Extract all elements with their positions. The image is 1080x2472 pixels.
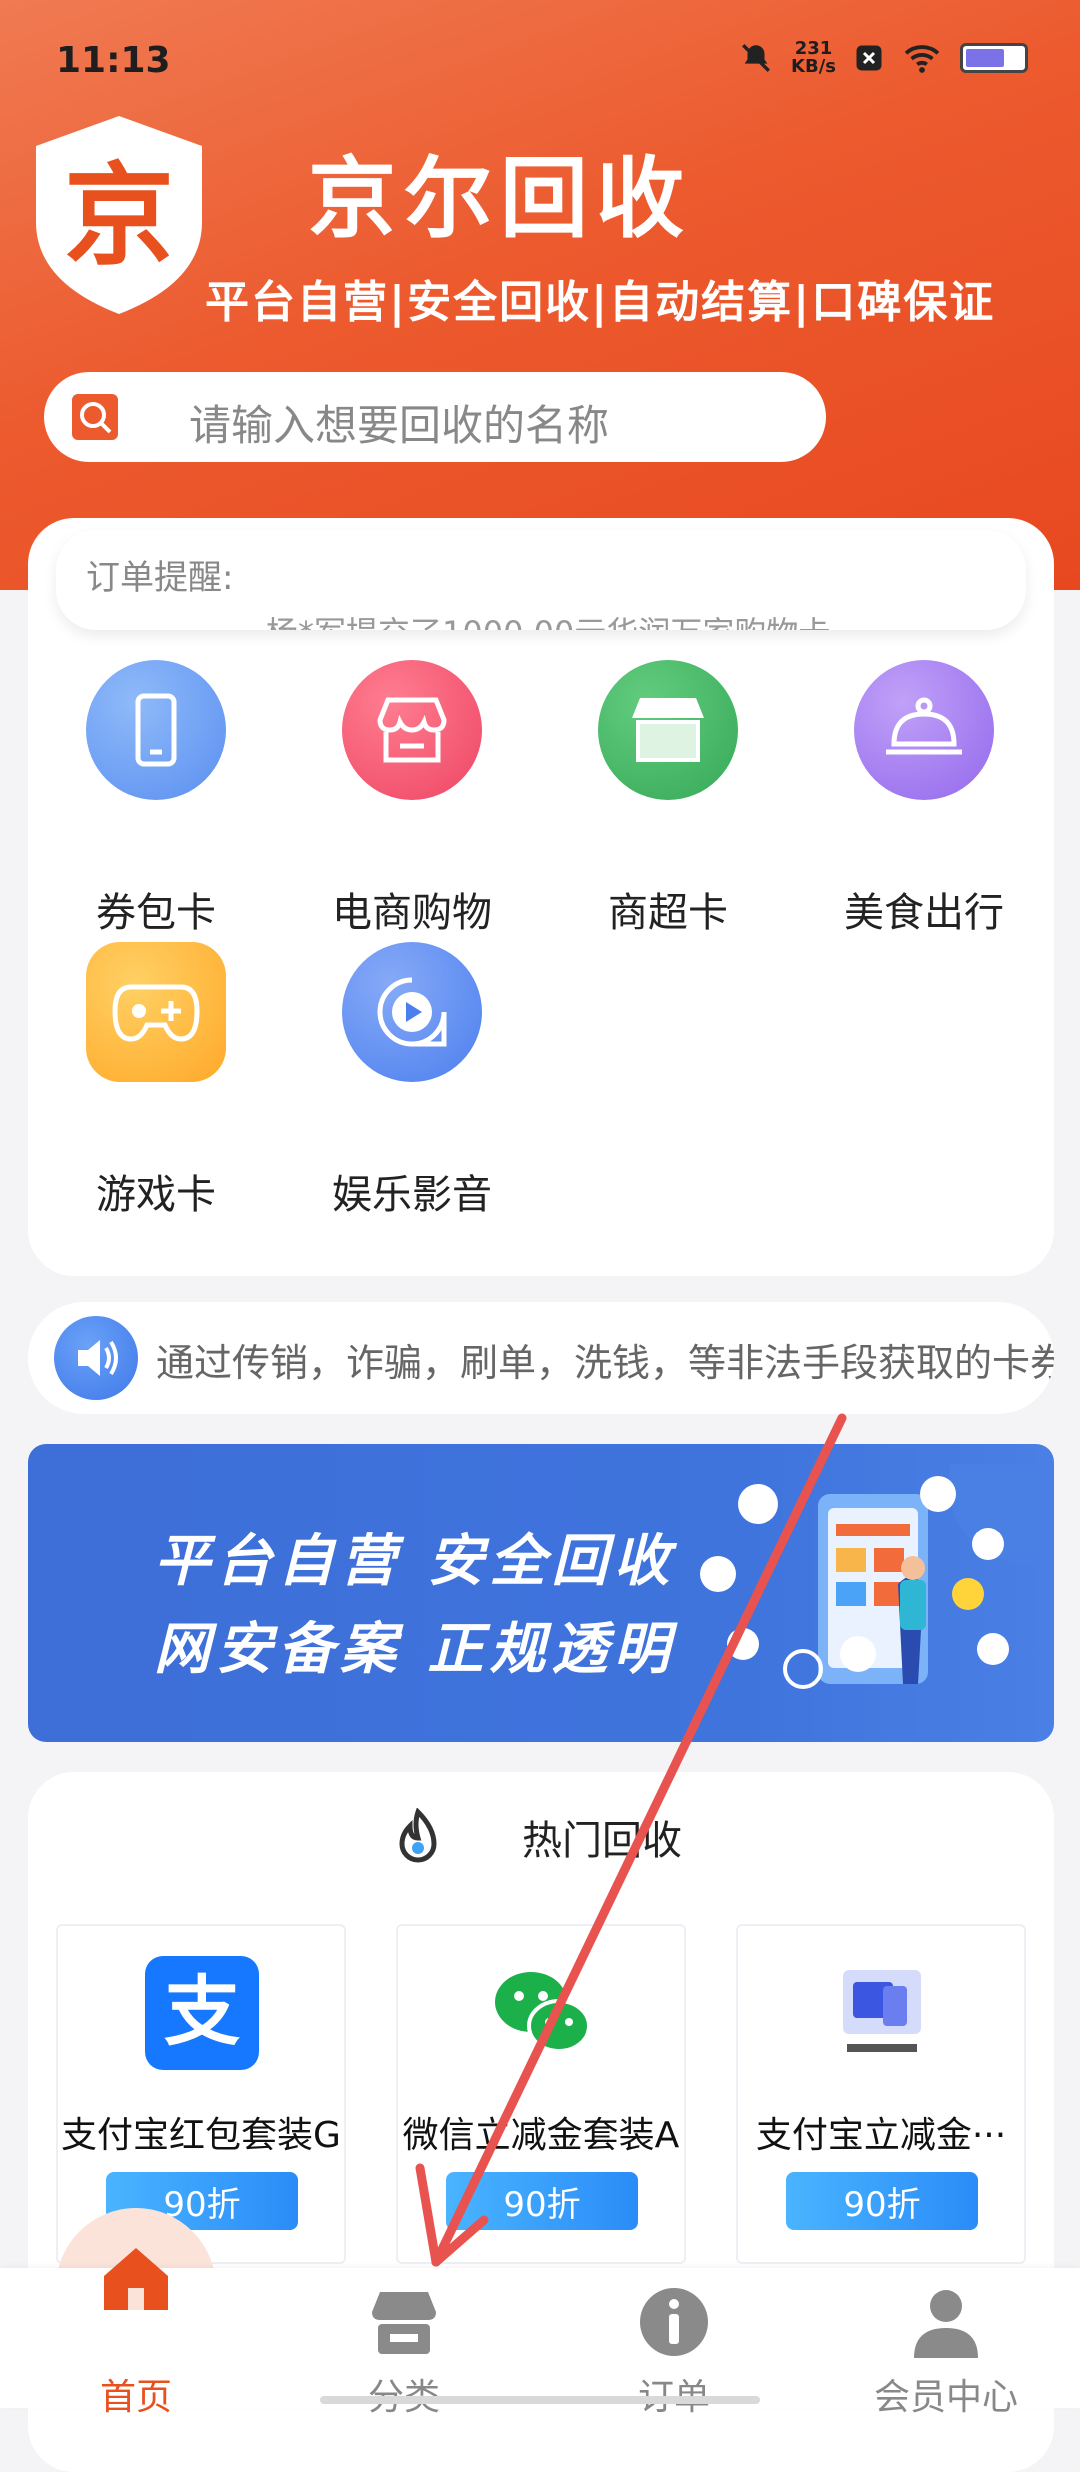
product-name: 微信立减金套装A <box>402 2115 680 2156</box>
product-card[interactable]: 支 支付宝红包套装G 90折 <box>56 1924 346 2264</box>
net-speed-unit: KB/s <box>791 56 836 77</box>
brand-name: 京尔回收 <box>308 147 693 250</box>
nav-label: 分类 <box>304 2368 504 2420</box>
mute-bell-icon <box>742 44 770 72</box>
net-speed: 231 KB/s <box>791 40 836 76</box>
promo-banner[interactable]: 平台自营 安全回收 网安备案 正规透明 <box>28 1444 1054 1742</box>
speaker-icon <box>54 1316 138 1400</box>
nav-label: 会员中心 <box>873 2377 1018 2418</box>
logo-char: 京 <box>64 152 174 280</box>
product-card[interactable]: 支付宝立减金··· 90折 <box>736 1924 1026 2264</box>
user-icon <box>914 2290 978 2358</box>
nav-label: 订单 <box>574 2368 774 2420</box>
status-time: 11:13 <box>56 40 171 81</box>
banner-illustration <box>700 1464 1048 1689</box>
gesture-bar <box>320 2396 760 2404</box>
gamepad-icon <box>86 942 226 1082</box>
nav-home[interactable]: 首页 <box>36 2248 236 2418</box>
category-label: 商超卡 <box>608 890 728 936</box>
nav-label: 首页 <box>99 2377 172 2418</box>
brand-shield-logo: 京 <box>36 116 202 314</box>
order-reminder-text: 杨*军提交了1000.00元华润万家购物卡 <box>266 608 830 630</box>
search-input[interactable]: 请输入想要回收的名称 <box>44 372 826 462</box>
nav-category[interactable]: 分类 <box>304 2268 504 2418</box>
alipay-logo-icon: 支 <box>145 1956 259 2070</box>
status-bar: 11:13 231 KB/s <box>0 0 1080 120</box>
store-nav-icon <box>372 2292 436 2354</box>
order-reminder: 订单提醒: 杨*军提交了1000.00元华润万家购物卡 <box>56 530 1026 630</box>
category-label: 券包卡 <box>96 890 216 936</box>
nav-member-center[interactable]: 会员中心 <box>846 2268 1046 2418</box>
status-icons: 231 KB/s <box>739 40 1028 76</box>
home-icon <box>104 2248 168 2310</box>
phone-card-icon <box>86 660 226 800</box>
notice-text: 通过传销，诈骗，刷单，洗钱，等非法手段获取的卡券 <box>156 1341 1054 1385</box>
banner-line-2: 网安备案 正规透明 <box>154 1616 676 1682</box>
battery-icon <box>960 43 1028 73</box>
play-video-icon <box>342 942 482 1082</box>
order-reminder-label: 订单提醒: <box>86 558 234 598</box>
hot-recycle-header: 热门回收 <box>0 1800 1080 1880</box>
product-name: 支付宝立减金··· <box>755 2115 1007 2156</box>
discount-badge[interactable]: 90折 <box>446 2172 638 2230</box>
product-name: 支付宝红包套装G <box>61 2115 341 2156</box>
category-label: 美食出行 <box>844 890 1004 936</box>
nav-orders[interactable]: 订单 <box>574 2268 774 2418</box>
flame-icon <box>399 1808 437 1863</box>
hot-recycle-title: 热门回收 <box>522 1818 682 1864</box>
wechat-logo-icon <box>495 1972 591 2053</box>
category-label: 游戏卡 <box>96 1172 216 1218</box>
banner-line-1: 平台自营 安全回收 <box>154 1528 676 1594</box>
product-card[interactable]: 微信立减金套装A 90折 <box>396 1924 686 2264</box>
search-placeholder: 请输入想要回收的名称 <box>189 401 610 450</box>
category-label: 娱乐影音 <box>332 1172 492 1218</box>
food-cloche-icon <box>854 660 994 800</box>
notification-x-icon <box>856 45 882 71</box>
store-icon <box>598 660 738 800</box>
shop-icon <box>342 660 482 800</box>
discount-badge[interactable]: 90折 <box>786 2172 978 2230</box>
notice-marquee: 通过传销，诈骗，刷单，洗钱，等非法手段获取的卡券 <box>28 1302 1054 1414</box>
svg-text:支: 支 <box>164 1967 240 2056</box>
brand-slogan: 平台自营|安全回收|自动结算|口碑保证 <box>205 277 996 328</box>
info-icon <box>640 2288 708 2356</box>
category-label: 电商购物 <box>332 890 492 936</box>
search-icon <box>72 394 118 440</box>
alipay-voucher-icon <box>843 1970 921 2052</box>
wifi-icon <box>904 45 940 73</box>
bottom-nav: 首页 分类 订单 会员中心 <box>0 2248 1080 2418</box>
